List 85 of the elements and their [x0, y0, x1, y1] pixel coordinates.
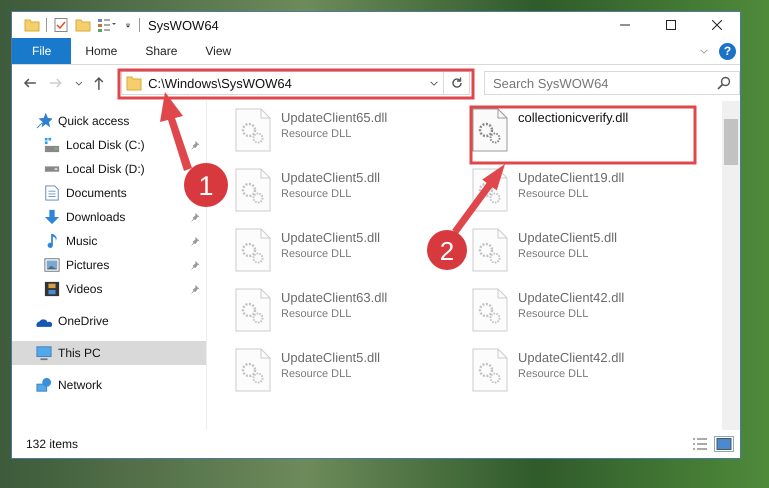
ribbon-tab[interactable]: View: [191, 38, 246, 64]
refresh-icon: [450, 76, 464, 90]
close-icon: [712, 20, 722, 30]
gear-file-icon[interactable]: [472, 228, 508, 272]
pin-icon[interactable]: [189, 284, 200, 294]
folder-icon[interactable]: [75, 17, 91, 33]
details-view-button[interactable]: [690, 436, 710, 452]
sidebar-item[interactable]: Music: [44, 229, 102, 253]
step-badge: 2: [427, 230, 467, 270]
gear-file-icon[interactable]: [472, 348, 508, 392]
gear-file-icon[interactable]: [235, 288, 271, 332]
sidebar-item[interactable]: Local Disk (D:): [44, 157, 149, 181]
pin-icon[interactable]: [189, 236, 200, 246]
file-name[interactable]: UpdateClient65.dll: [281, 110, 388, 125]
file-type: Resource DLL: [281, 308, 352, 320]
address-path: C:\Windows\SysWOW64: [148, 76, 293, 90]
pin-icon[interactable]: [189, 260, 200, 270]
sidebar-item[interactable]: Network: [12, 373, 206, 397]
search-icon[interactable]: [716, 75, 732, 91]
item-count: 132 items: [26, 437, 78, 451]
sidebar-item[interactable]: This PC: [12, 341, 206, 365]
file-name[interactable]: UpdateClient19.dll: [518, 170, 624, 185]
sidebar-item[interactable]: Videos: [44, 277, 106, 301]
gear-file-icon[interactable]: [472, 288, 508, 332]
address-bar[interactable]: C:\Windows\SysWOW64: [121, 71, 444, 95]
file-type: Resource DLL: [281, 128, 352, 140]
film-icon: [44, 281, 60, 297]
file-name[interactable]: UpdateClient5.dll: [281, 350, 380, 365]
star-icon: [36, 113, 52, 129]
minimize-icon: [620, 24, 630, 26]
pin-icon[interactable]: [189, 212, 200, 222]
file-type: Resource DLL: [518, 188, 590, 200]
network-icon: [36, 377, 52, 393]
scrollbar-thumb[interactable]: [724, 119, 738, 165]
drive-icon: [44, 166, 60, 172]
gear-file-icon[interactable]: [235, 348, 271, 392]
gear-file-icon[interactable]: [235, 168, 271, 212]
folder-icon[interactable]: [24, 17, 40, 33]
monitor-icon: [36, 345, 52, 361]
gear-file-icon[interactable]: [235, 228, 271, 272]
maximize-icon: [666, 20, 676, 30]
file-name[interactable]: UpdateClient42.dll: [518, 350, 624, 365]
ribbon-tab[interactable]: Share: [131, 38, 192, 64]
search-field[interactable]: Search SysWOW64: [484, 71, 740, 95]
drive-icon: [44, 137, 60, 153]
scrollbar[interactable]: [722, 101, 740, 430]
file-type: Resource DLL: [281, 248, 352, 260]
sidebar-item[interactable]: Documents: [44, 181, 131, 205]
ribbon-tab[interactable]: File: [12, 38, 72, 64]
picture-icon: [44, 257, 60, 273]
file-type: Resource DLL: [281, 368, 352, 380]
file-type: Resource DLL: [518, 308, 590, 320]
document-icon: [44, 185, 60, 201]
window-title: SysWOW64: [148, 18, 219, 32]
checklist-icon[interactable]: [53, 17, 69, 33]
dropdown-icon[interactable]: [123, 22, 133, 28]
sidebar-item[interactable]: Local Disk (C:): [44, 133, 149, 157]
sidebar-item[interactable]: Downloads: [44, 205, 130, 229]
file-name[interactable]: UpdateClient5.dll: [518, 230, 618, 245]
large-icons-view-button[interactable]: [714, 436, 734, 452]
file-type: Resource DLL: [518, 248, 590, 260]
gear-file-icon[interactable]: [235, 108, 271, 152]
sidebar-item[interactable]: Pictures: [44, 253, 114, 277]
arrow: [452, 164, 505, 234]
file-type: Resource DLL: [518, 368, 590, 380]
folder-icon: [126, 75, 142, 91]
file-name[interactable]: UpdateClient5.dll: [281, 170, 380, 185]
step-badge: 1: [184, 163, 228, 207]
sidebar-item[interactable]: Quick access: [12, 109, 206, 133]
list-icon: [692, 438, 708, 450]
help-button[interactable]: ?: [719, 42, 736, 60]
picture-icon: [716, 438, 732, 450]
chevron-down-icon[interactable]: [429, 80, 440, 86]
file-name[interactable]: collectionicverify.dll: [518, 110, 628, 125]
properties-icon[interactable]: [97, 17, 117, 33]
file-name[interactable]: UpdateClient63.dll: [281, 290, 388, 305]
sidebar-item[interactable]: OneDrive: [12, 309, 206, 333]
file-type: Resource DLL: [281, 188, 352, 200]
file-name[interactable]: UpdateClient5.dll: [281, 230, 380, 245]
pin-icon[interactable]: [189, 140, 200, 150]
down-arrow-icon: [44, 209, 60, 225]
file-name[interactable]: UpdateClient42.dll: [518, 290, 624, 305]
ribbon-tab[interactable]: Home: [71, 38, 132, 64]
refresh-button[interactable]: [444, 71, 470, 95]
gear-file-icon[interactable]: [472, 108, 508, 152]
